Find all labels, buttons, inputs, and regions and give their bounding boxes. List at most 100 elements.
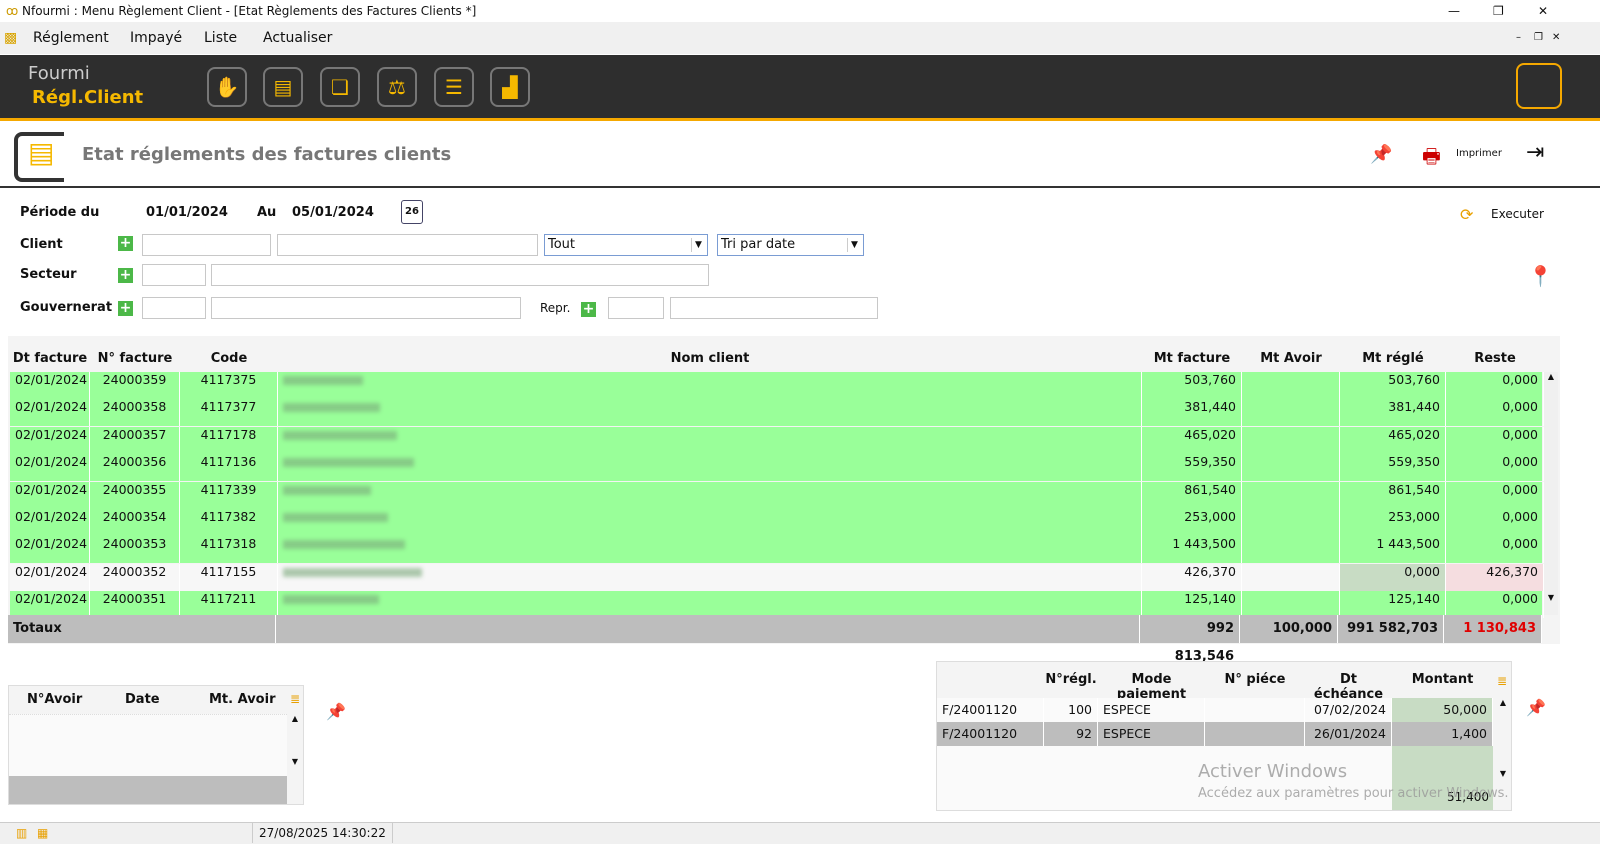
table-row[interactable]: 02/01/2024 24000358 4117377 381,440 381,440 0… <box>10 399 1544 427</box>
cell-nom-client-blurred <box>278 481 1142 509</box>
list-item[interactable]: F/24001120 100 ESPECE 07/02/2024 50,000 <box>937 698 1493 722</box>
cell-mt: 1 443,500 <box>1142 536 1242 564</box>
cell-nom-client-blurred <box>278 563 1142 591</box>
cell-regle: 0,000 <box>1340 563 1446 591</box>
sort-select[interactable]: Tri par date ▼ <box>717 234 864 256</box>
gouvernerat-code-input[interactable] <box>142 297 206 319</box>
cell-avoir <box>1242 454 1340 482</box>
watermark-title: Activer Windows <box>1198 761 1348 782</box>
table-row[interactable]: 02/01/2024 24000357 4117178 465,020 465,020 0… <box>10 426 1544 454</box>
add-client-icon[interactable]: + <box>118 236 133 251</box>
total-mt-facture: 992 813,546 <box>1140 615 1240 664</box>
chevron-down-icon: ▼ <box>847 238 861 252</box>
hand-coins-icon[interactable]: ✋ <box>207 67 247 107</box>
list-item[interactable]: F/24001120 92 ESPECE 26/01/2024 1,400 <box>937 722 1493 746</box>
watermark-text: Accédez aux paramètres pour activer Wind… <box>1198 786 1509 801</box>
chevron-down-icon: ▼ <box>691 238 705 252</box>
chart-icon[interactable]: ▟ <box>490 67 530 107</box>
pin-icon[interactable]: 📌 <box>326 702 346 721</box>
refresh-icon[interactable]: ⟳ <box>1460 205 1473 224</box>
minimize-button[interactable]: — <box>1448 0 1460 22</box>
avoirs-scrollbar[interactable]: ▲ ▼ <box>287 714 303 776</box>
calendar-icon[interactable]: 26 <box>401 200 423 224</box>
title-bar: ꝏ Nfourmi : Menu Règlement Client - [Eta… <box>0 0 1600 22</box>
col-reste[interactable]: Reste <box>1446 346 1544 372</box>
cell-code: 4117377 <box>180 399 278 427</box>
cell-regle: 253,000 <box>1340 509 1446 536</box>
date-from-input[interactable]: 01/01/2024 <box>142 202 244 224</box>
repr-label: Repr. <box>540 301 571 315</box>
pushpin-icon[interactable]: 📍 <box>1528 264 1553 288</box>
mdi-minimize-button[interactable]: – <box>1516 22 1521 54</box>
print-button[interactable]: Imprimer <box>1456 148 1502 159</box>
col-num-facture[interactable]: N° facture <box>90 346 180 372</box>
pin-icon[interactable]: 📌 <box>1526 698 1546 717</box>
client-filter-value: Tout <box>548 237 576 252</box>
cell-regle: 381,440 <box>1340 399 1446 427</box>
cell-mt: 465,020 <box>1142 426 1242 454</box>
reglements-scrollbar[interactable]: ▲ ▼ <box>1495 698 1511 788</box>
secteur-name-input[interactable] <box>211 264 709 286</box>
cell-nom-client-blurred <box>278 426 1142 454</box>
col-date: Date <box>125 692 160 707</box>
repr-code-input[interactable] <box>608 297 664 319</box>
table-row[interactable]: 02/01/2024 24000352 4117155 426,370 0,000 426… <box>10 563 1544 591</box>
maximize-button[interactable]: ❐ <box>1493 0 1504 22</box>
blurred-name <box>283 376 363 385</box>
table-row[interactable]: 02/01/2024 24000359 4117375 503,760 503,760 0… <box>10 372 1544 399</box>
cell-reste: 426,370 <box>1446 563 1544 591</box>
cell-num: 24000356 <box>90 454 180 482</box>
date-to-input[interactable]: 05/01/2024 <box>288 202 388 224</box>
menu-impaye[interactable]: Impayé <box>130 22 182 54</box>
col-nom-client[interactable]: Nom client <box>278 346 1142 372</box>
col-mt-regle[interactable]: Mt réglé <box>1340 346 1446 372</box>
client-card-icon[interactable]: ▤ <box>263 67 303 107</box>
execute-button[interactable]: Executer <box>1491 207 1544 221</box>
pin-icon[interactable]: 📌 <box>1370 144 1392 165</box>
balance-scale-icon[interactable]: ⚖ <box>377 67 417 107</box>
gouvernerat-label: Gouvernerat <box>20 300 113 315</box>
col-mt-avoir[interactable]: Mt Avoir <box>1242 346 1340 372</box>
col-dt-facture[interactable]: Dt facture <box>10 346 90 372</box>
documents-icon[interactable]: ❏ <box>320 67 360 107</box>
repr-name-input[interactable] <box>670 297 878 319</box>
exit-icon[interactable]: ⇥ <box>1526 140 1544 165</box>
col-code[interactable]: Code <box>180 346 278 372</box>
menu-reglement[interactable]: Réglement <box>33 22 109 54</box>
col-num-avoir: N°Avoir <box>27 692 83 707</box>
col-mt-avoir: Mt. Avoir <box>209 692 276 707</box>
columns-icon[interactable]: ≣ <box>1497 674 1507 688</box>
add-secteur-icon[interactable]: + <box>118 268 133 283</box>
menu-liste[interactable]: Liste <box>204 22 237 54</box>
cell-avoir <box>1242 563 1340 591</box>
table-row[interactable]: 02/01/2024 24000356 4117136 559,350 559,350 0… <box>10 454 1544 482</box>
periode-label: Période du <box>20 205 100 220</box>
gouvernerat-name-input[interactable] <box>211 297 521 319</box>
cell-date: 02/01/2024 <box>10 454 90 482</box>
blurred-name <box>283 567 422 577</box>
close-button[interactable]: ✕ <box>1538 0 1548 22</box>
columns-icon[interactable]: ≣ <box>290 692 300 706</box>
printer-icon[interactable]: 🖶 <box>1422 142 1441 176</box>
client-name-input[interactable] <box>277 234 538 256</box>
cell-reste: 0,000 <box>1446 454 1544 482</box>
client-filter-select[interactable]: Tout ▼ <box>544 234 708 256</box>
col-mt-facture[interactable]: Mt facture <box>1142 346 1242 372</box>
grid-scrollbar[interactable]: ▲ ▼ <box>1544 372 1558 615</box>
menu-actualiser[interactable]: Actualiser <box>263 22 332 54</box>
user-button[interactable] <box>1516 63 1562 109</box>
cell-date: 02/01/2024 <box>10 563 90 591</box>
cell-reste: 0,000 <box>1446 481 1544 509</box>
mdi-close-button[interactable]: ✕ <box>1552 22 1560 54</box>
add-gouvernerat-icon[interactable]: + <box>118 301 133 316</box>
table-row[interactable]: 02/01/2024 24000354 4117382 253,000 253,000 0… <box>10 509 1544 536</box>
mdi-restore-button[interactable]: ❐ <box>1534 22 1543 54</box>
report-icon: ▤ <box>14 132 64 182</box>
add-repr-icon[interactable]: + <box>581 302 596 317</box>
list-document-icon[interactable]: ☰ <box>434 67 474 107</box>
cell-date: 02/01/2024 <box>10 372 90 399</box>
table-row[interactable]: 02/01/2024 24000355 4117339 861,540 861,540 0… <box>10 481 1544 509</box>
client-code-input[interactable] <box>142 234 271 256</box>
table-row[interactable]: 02/01/2024 24000353 4117318 1 443,500 1 443,… <box>10 536 1544 564</box>
secteur-code-input[interactable] <box>142 264 206 286</box>
